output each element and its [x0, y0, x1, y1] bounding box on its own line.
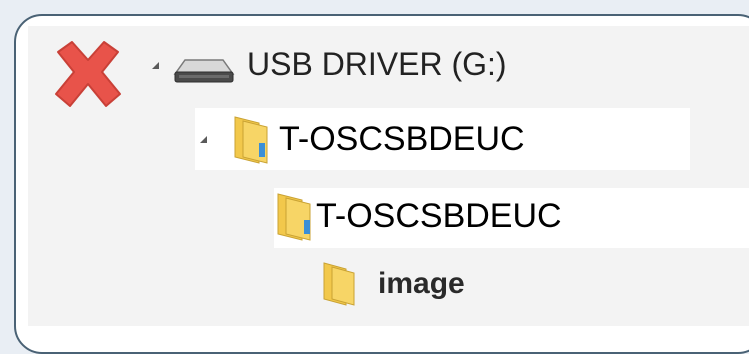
tree-item-label: T-OSCSBDEUC — [316, 196, 562, 235]
usb-drive-icon — [173, 59, 235, 83]
red-x-icon — [55, 41, 121, 107]
tree-item-folder-2[interactable]: T-OSCSBDEUC — [274, 186, 562, 246]
tree-item-folder-1[interactable]: T-OSCSBDEUC — [200, 108, 525, 170]
folder-icon — [234, 116, 268, 164]
tree-item-label: USB DRIVER (G:) — [247, 45, 507, 82]
tree-item-label: T-OSCSBDEUC — [279, 119, 525, 158]
tree-item-label: image — [378, 267, 465, 300]
expander-arrow-icon[interactable] — [152, 61, 159, 69]
expander-arrow-icon[interactable] — [200, 135, 207, 143]
folder-icon — [277, 193, 311, 241]
tree-item-image-folder[interactable]: image — [320, 254, 465, 314]
folder-icon — [323, 262, 355, 306]
tree-item-usb-drive[interactable]: USB DRIVER (G:) — [152, 38, 507, 90]
